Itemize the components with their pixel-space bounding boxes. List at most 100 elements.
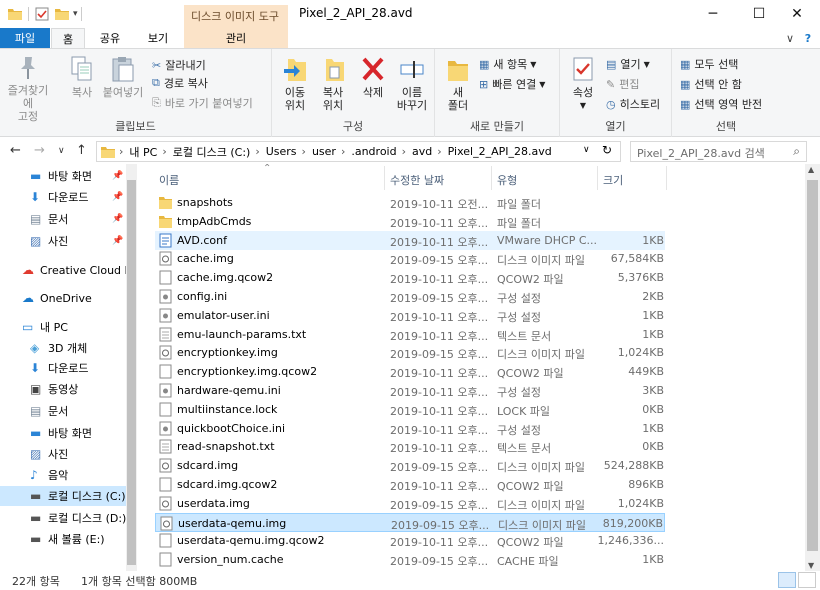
tab-file[interactable]: 파일 [0, 28, 50, 48]
file-scrollbar-thumb[interactable] [807, 180, 818, 551]
nav-scrollbar-thumb[interactable] [127, 180, 136, 565]
file-row[interactable]: sdcard.img 2019-09-15 오후... 디스크 이미지 파일 524,… [155, 456, 665, 475]
breadcrumb-separator[interactable]: › [119, 145, 123, 158]
file-row[interactable]: emu-launch-params.txt 2019-10-11 오후... 텍스트… [155, 325, 665, 344]
pin-to-quick-access-button[interactable]: 즐겨찾기에 고정 [6, 55, 50, 123]
properties-check-icon[interactable] [35, 7, 49, 21]
file-row[interactable]: userdata-qemu.img 2019-09-15 오후... 디스크 이미지… [155, 512, 665, 532]
breadcrumb-separator[interactable]: › [437, 145, 441, 158]
file-row[interactable]: config.ini 2019-09-15 오후... 구성 설정 2KB [155, 287, 665, 306]
delete-button[interactable]: 삭제 [356, 55, 390, 99]
file-row[interactable]: cache.img.qcow2 2019-10-11 오후... QCOW2 파일 5… [155, 268, 665, 287]
tab-home[interactable]: 홈 [51, 28, 85, 48]
breadcrumb-separator[interactable]: › [255, 145, 259, 158]
easy-access-button[interactable]: ⊞ 빠른 연결 ▼ [479, 76, 545, 92]
file-row[interactable]: read-snapshot.txt 2019-10-11 오후... 텍스트 문서 0… [155, 437, 665, 456]
move-to-button[interactable]: 이동 위치 [276, 55, 314, 112]
nav-item[interactable]: ▨ 사진 📌 [0, 231, 126, 251]
breadcrumb-separator[interactable]: › [402, 145, 406, 158]
file-row[interactable]: userdata.img 2019-09-15 오후... 디스크 이미지 파일 1,… [155, 494, 665, 513]
file-row[interactable]: cache.img 2019-09-15 오후... 디스크 이미지 파일 67,58… [155, 249, 665, 268]
column-header-name[interactable]: 이름 [159, 172, 179, 188]
folder-icon[interactable] [8, 8, 22, 20]
breadcrumb-separator[interactable]: › [162, 145, 166, 158]
minimize-button[interactable]: ─ [690, 0, 736, 28]
file-row[interactable]: snapshots 2019-10-11 오전... 파일 폴더 [155, 193, 665, 212]
help-button[interactable]: ? [800, 28, 816, 48]
copy-to-button[interactable]: 복사 위치 [314, 55, 352, 112]
column-divider[interactable] [666, 166, 667, 190]
open-button[interactable]: ▤ 열기 ▼ [606, 56, 650, 72]
nav-item[interactable]: ▤ 문서 📌 [0, 209, 126, 229]
paste-button[interactable]: 붙여넣기 [100, 55, 146, 99]
new-item-button[interactable]: ▦ 새 항목 ▼ [479, 56, 536, 72]
nav-item[interactable]: ▬ 바탕 화면 📌 [0, 166, 126, 186]
column-header-type[interactable]: 유형 [497, 172, 517, 188]
nav-item[interactable]: ▤ 문서 [0, 401, 126, 421]
breadcrumb-users[interactable]: Users [266, 145, 297, 158]
file-row[interactable]: AVD.conf 2019-10-11 오후... VMware DHCP C...… [155, 230, 665, 250]
address-bar[interactable]: › 내 PC › 로컬 디스크 (C:) › Users › user › .andro… [96, 141, 621, 162]
refresh-icon[interactable]: ↻ [602, 143, 612, 157]
close-button[interactable]: ✕ [774, 0, 820, 28]
new-folder-button[interactable]: 새 폴더 [443, 55, 473, 112]
nav-item[interactable]: ▬ 새 볼륨 (E:) [0, 529, 126, 549]
paste-shortcut-button[interactable]: ⎘ 바로 가기 붙여넣기 [152, 95, 253, 111]
tab-share[interactable]: 공유 [88, 28, 132, 48]
breadcrumb-current[interactable]: Pixel_2_API_28.avd [448, 145, 552, 158]
column-divider[interactable] [491, 166, 492, 190]
file-row[interactable]: hardware-qemu.ini 2019-10-11 오후... 구성 설정 3K… [155, 381, 665, 400]
edit-button[interactable]: ✎ 편집 [606, 76, 639, 92]
copy-button[interactable]: 복사 [64, 55, 100, 99]
new-folder-icon[interactable] [55, 8, 69, 20]
column-divider[interactable] [597, 166, 598, 190]
copy-path-button[interactable]: ⧉ 경로 복사 [152, 75, 208, 91]
file-row[interactable]: userdata-qemu.img.qcow2 2019-10-11 오후... Q… [155, 531, 665, 550]
breadcrumb-avd[interactable]: avd [412, 145, 432, 158]
breadcrumb-local-disk[interactable]: 로컬 디스크 (C:) [173, 144, 251, 160]
tab-view[interactable]: 보기 [136, 28, 180, 48]
nav-item[interactable]: ▭ 내 PC [0, 317, 126, 337]
column-header-date[interactable]: 수정한 날짜 [390, 172, 444, 188]
scroll-down-icon[interactable]: ▼ [808, 561, 814, 570]
file-row[interactable]: quickbootChoice.ini 2019-10-11 오후... 구성 설정… [155, 419, 665, 438]
ribbon-collapse-button[interactable]: ∨ [782, 28, 798, 48]
file-row[interactable]: encryptionkey.img 2019-09-15 오후... 디스크 이미지… [155, 343, 665, 362]
breadcrumb-android[interactable]: .android [351, 145, 396, 158]
large-icons-view-icon[interactable] [798, 572, 816, 588]
file-row[interactable]: encryptionkey.img.qcow2 2019-10-11 오후... Q… [155, 362, 665, 381]
nav-item[interactable]: ⬇ 다운로드 [0, 358, 126, 378]
nav-item[interactable]: ▬ 로컬 디스크 (C:) [0, 486, 126, 506]
scroll-up-icon[interactable]: ▲ [808, 165, 814, 174]
invert-selection-button[interactable]: ▦ 선택 영역 반전 [680, 96, 762, 112]
file-row[interactable]: version_num.cache 2019-09-15 오후... CACHE 파… [155, 550, 665, 569]
nav-item[interactable]: ▨ 사진 [0, 444, 126, 464]
nav-item[interactable]: ◈ 3D 개체 [0, 338, 126, 358]
address-dropdown-icon[interactable]: ∨ [583, 145, 590, 155]
file-row[interactable]: emulator-user.ini 2019-10-11 오후... 구성 설정 1K… [155, 306, 665, 325]
nav-item[interactable]: ▬ 바탕 화면 [0, 423, 126, 443]
nav-item[interactable]: ▬ 로컬 디스크 (D:) [0, 508, 126, 528]
back-arrow-icon[interactable]: ← [10, 143, 21, 158]
nav-item[interactable]: ☁ Creative Cloud Fil [0, 260, 136, 280]
rename-button[interactable]: 이름 바꾸기 [392, 55, 432, 112]
properties-button[interactable]: 속성 ▼ [566, 55, 600, 112]
nav-item[interactable]: ▣ 동영상 [0, 379, 126, 399]
breadcrumb-this-pc[interactable]: 내 PC [129, 144, 157, 160]
column-divider[interactable] [384, 166, 385, 190]
breadcrumb-separator[interactable]: › [341, 145, 345, 158]
file-row[interactable]: multiinstance.lock 2019-10-11 오후... LOCK 파… [155, 400, 665, 419]
column-header-size[interactable]: 크기 [603, 172, 623, 188]
up-arrow-icon[interactable]: ↑ [76, 143, 87, 158]
breadcrumb-separator[interactable]: › [302, 145, 306, 158]
forward-arrow-icon[interactable]: → [34, 143, 45, 158]
details-view-icon[interactable] [778, 572, 796, 588]
nav-item[interactable]: ☁ OneDrive [0, 288, 126, 308]
recent-locations-icon[interactable]: ∨ [58, 146, 65, 156]
file-row[interactable]: tmpAdbCmds 2019-10-11 오후... 파일 폴더 [155, 212, 665, 231]
select-none-button[interactable]: ▦ 선택 안 함 [680, 76, 742, 92]
cut-button[interactable]: ✂ 잘라내기 [152, 57, 206, 73]
tab-manage[interactable]: 관리 [184, 28, 288, 48]
file-row[interactable]: sdcard.img.qcow2 2019-10-11 오후... QCOW2 파일… [155, 475, 665, 494]
history-button[interactable]: ◷ 히스토리 [606, 96, 660, 112]
